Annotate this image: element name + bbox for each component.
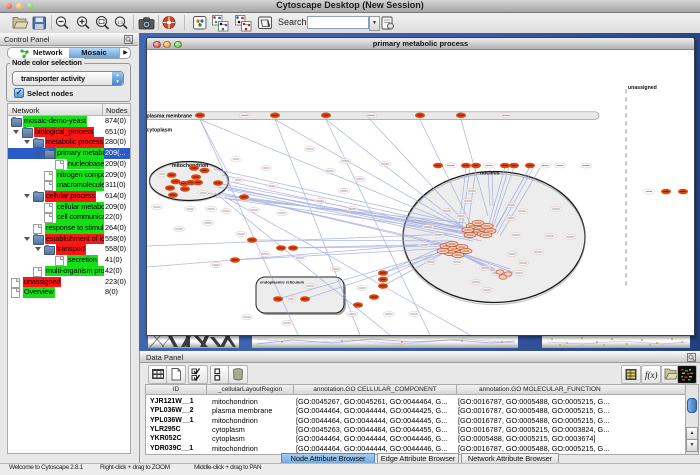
svg-text:endoplasmic reticulum: endoplasmic reticulum bbox=[260, 280, 304, 285]
svg-text:nucleus: nucleus bbox=[480, 171, 500, 177]
svg-text:cytoplasm: cytoplasm bbox=[147, 128, 173, 134]
svg-text:unassigned: unassigned bbox=[628, 85, 657, 91]
svg-text:plasma membrane: plasma membrane bbox=[147, 114, 192, 120]
svg-text:1:1: 1:1 bbox=[117, 20, 124, 25]
svg-text:f(x): f(x) bbox=[645, 370, 658, 380]
